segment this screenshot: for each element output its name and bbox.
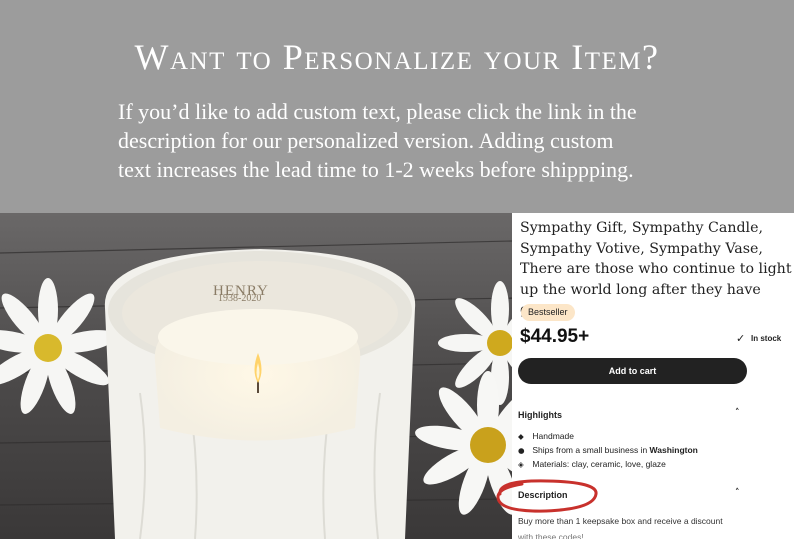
price: $44.95+ [520,326,590,347]
promo-banner: Want to Personalize your Item? If you’d … [0,0,794,213]
stock-status: In stock [751,334,782,343]
highlight-text-location: Washington [649,445,698,455]
banner-body: If you’d like to add custom text, please… [118,97,718,184]
highlight-text-prefix: Ships from a small business in [532,445,650,455]
banner-line: If you’d like to add custom text, please… [118,99,637,124]
engraving-dates: 1938-2020 [218,293,262,304]
tag-icon: ◆ [518,432,524,441]
highlight-item: ● Ships from a small business in Washing… [518,445,698,458]
description-line: with these codes! [518,532,584,539]
description-text: Buy more than 1 keepsake box and receive… [518,513,758,539]
annotation-circle [496,479,598,513]
product-photo: HENRY 1938-2020 [0,213,512,539]
banner-line: description for our personalized version… [118,128,614,153]
candle-photo-illustration [0,213,512,539]
chevron-up-icon[interactable]: ˄ [735,488,740,498]
product-title-line: Sympathy Votive, Sympathy Vase, [520,240,763,257]
candle [154,309,361,441]
product-title-line: Sympathy Gift, Sympathy Candle, [520,220,764,236]
banner-line: text increases the lead time to 1-2 week… [118,157,634,182]
product-title-line: There are those who continue to light [520,261,792,277]
check-icon: ✓ [736,332,746,345]
highlight-text: Handmade [532,431,574,441]
add-to-cart-button[interactable]: Add to cart [518,358,747,384]
highlight-text: Ships from a small business in Washingto… [532,445,698,455]
bestseller-badge: Bestseller [521,304,575,321]
highlight-text: Materials: clay, ceramic, love, glaze [532,459,666,469]
location-pin-icon: ● [518,446,525,455]
highlight-item: ◈ Materials: clay, ceramic, love, glaze [518,459,666,472]
materials-icon: ◈ [518,460,524,469]
banner-title: Want to Personalize your Item? [134,37,660,77]
highlights-heading[interactable]: Highlights [518,410,562,420]
highlight-item: ◆ Handmade [518,431,574,444]
chevron-up-icon[interactable]: ˄ [735,408,740,418]
